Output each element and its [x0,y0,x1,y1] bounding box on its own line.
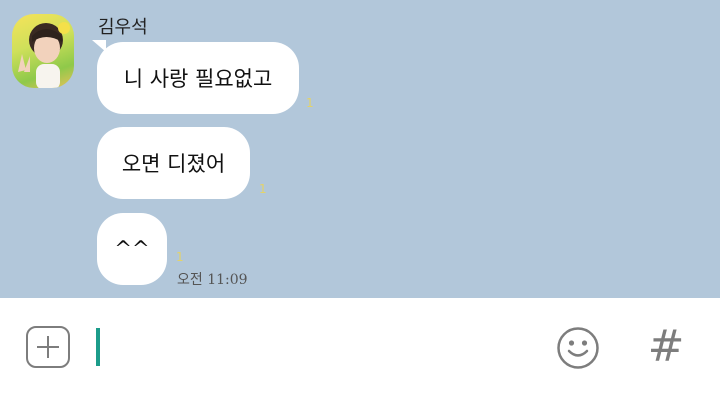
emoji-button[interactable] [555,325,601,371]
chat-area[interactable]: 김우석 니 사랑 필요없고 1 오면 디졌어 1 ^^ 1 오전 11:09 [0,0,720,298]
read-count: 1 [176,250,184,264]
message-input[interactable] [106,322,530,374]
text-cursor [96,328,100,366]
message-text: 니 사랑 필요없고 [123,67,273,91]
read-count: 1 [259,182,267,196]
plus-square-icon[interactable] [26,326,70,368]
message-text: ^^ [114,237,150,261]
hash-icon[interactable]: # [644,322,688,372]
smiley-face-icon [557,327,599,369]
message-timestamp: 오전 11:09 [177,272,248,288]
read-count: 1 [306,96,314,110]
avatar-photo [18,22,70,88]
sender-avatar[interactable] [12,14,74,88]
message-bubble[interactable]: 니 사랑 필요없고 [97,42,299,114]
message-bubble[interactable]: ^^ [97,213,167,285]
message-bubble[interactable]: 오면 디졌어 [97,127,250,199]
sender-name: 김우석 [98,17,148,38]
message-text: 오면 디졌어 [121,152,226,176]
